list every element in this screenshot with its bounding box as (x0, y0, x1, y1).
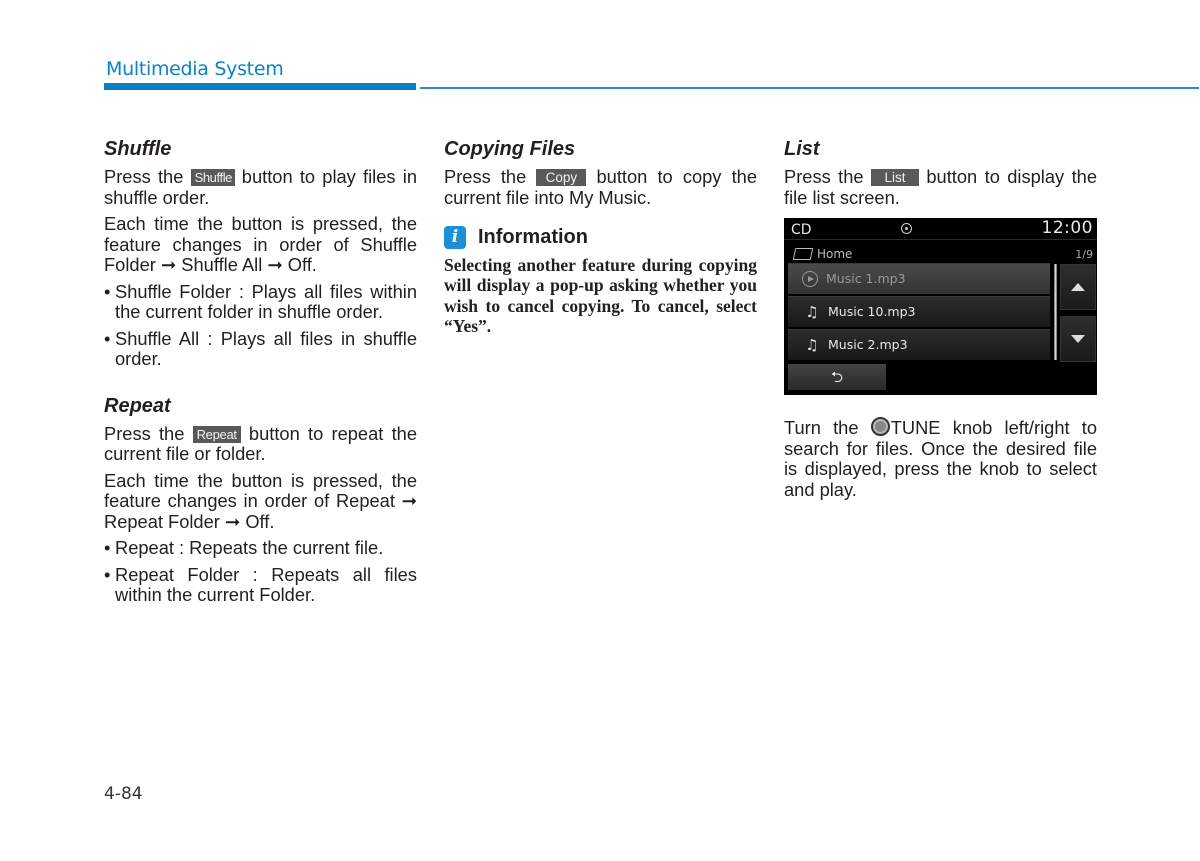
tune-knob-icon (870, 417, 890, 436)
file-list-item[interactable]: ♫ Music 2.mp3 (788, 329, 1050, 360)
back-icon: ⮌ (830, 367, 843, 386)
info-icon: i (444, 226, 466, 249)
copy-button-label: Copy (536, 169, 587, 186)
repeat-intro: Press the Repeat button to repeat the cu… (104, 422, 417, 465)
screen-status-bar: CD 12:00 (784, 218, 1097, 240)
play-icon (802, 271, 818, 287)
music-note-icon: ♫ (805, 335, 819, 354)
file-list-item[interactable]: ♫ Music 10.mp3 (788, 296, 1050, 327)
header-title: Multimedia System (106, 58, 284, 80)
disc-icon (901, 223, 912, 234)
copying-intro: Press the Copy button to copy the curren… (444, 166, 757, 208)
file-list-item[interactable]: Music 1.mp3 (788, 263, 1050, 294)
tune-instructions: Turn the TUNE knob left/right to search … (784, 417, 1097, 500)
shuffle-heading: Shuffle (104, 138, 172, 160)
header-bar (104, 83, 416, 90)
folder-name: Home (817, 247, 853, 261)
shuffle-bullet: Shuffle Folder : Plays all files within … (104, 281, 417, 323)
repeat-description: Each time the button is pressed, the fea… (104, 469, 417, 532)
information-body: Selecting another feature during copying… (444, 255, 757, 337)
repeat-button-label: Repeat (192, 425, 241, 443)
text: Turn the (784, 417, 871, 438)
list-heading: List (784, 138, 820, 160)
text: Press the (444, 166, 537, 187)
file-name: Music 1.mp3 (826, 270, 906, 286)
repeat-heading: Repeat (104, 394, 171, 417)
scrollbar[interactable] (1054, 264, 1057, 360)
list-button-label: List (870, 169, 919, 186)
clock: 12:00 (1041, 218, 1093, 238)
repeat-bullet: Repeat Folder : Repeats all files within… (104, 564, 417, 606)
folder-path[interactable]: Home (792, 244, 853, 265)
page-number: 4-84 (104, 784, 143, 804)
shuffle-description: Each time the button is pressed, the fea… (104, 213, 417, 275)
shuffle-bullet: Shuffle All : Plays all files in shuffle… (104, 328, 417, 370)
scroll-down-button[interactable] (1060, 316, 1096, 362)
repeat-bullet: Repeat : Repeats the current file. (104, 537, 417, 559)
scroll-up-button[interactable] (1060, 264, 1096, 310)
text: Press the (104, 166, 191, 187)
back-button[interactable]: ⮌ (788, 364, 886, 390)
list-intro: Press the List button to display the fil… (784, 166, 1097, 208)
information-header: i Information (444, 226, 757, 249)
text: Press the (784, 166, 871, 187)
source-label: CD (791, 222, 812, 238)
cd-list-screen: CD 12:00 Home 1/9 Music 1.mp3 ♫ Music 10… (784, 218, 1097, 395)
shuffle-intro: Press the Shuffle button to play files i… (104, 166, 417, 208)
music-note-icon: ♫ (805, 302, 819, 321)
folder-icon (792, 248, 814, 261)
copying-heading: Copying Files (444, 138, 576, 160)
file-name: Music 10.mp3 (828, 303, 916, 319)
arrow-up-icon (1071, 283, 1085, 291)
column-right: List Press the List button to display th… (784, 137, 1097, 506)
shuffle-button-label: Shuffle (190, 169, 235, 186)
header-rule (420, 87, 1199, 89)
file-name: Music 2.mp3 (828, 336, 908, 352)
text: Press the (104, 422, 193, 444)
column-middle: Copying Files Press the Copy button to c… (444, 137, 757, 337)
arrow-down-icon (1071, 335, 1085, 343)
information-title: Information (478, 226, 588, 249)
file-count: 1/9 (1075, 248, 1093, 261)
column-left: Shuffle Press the Shuffle button to play… (104, 137, 417, 612)
